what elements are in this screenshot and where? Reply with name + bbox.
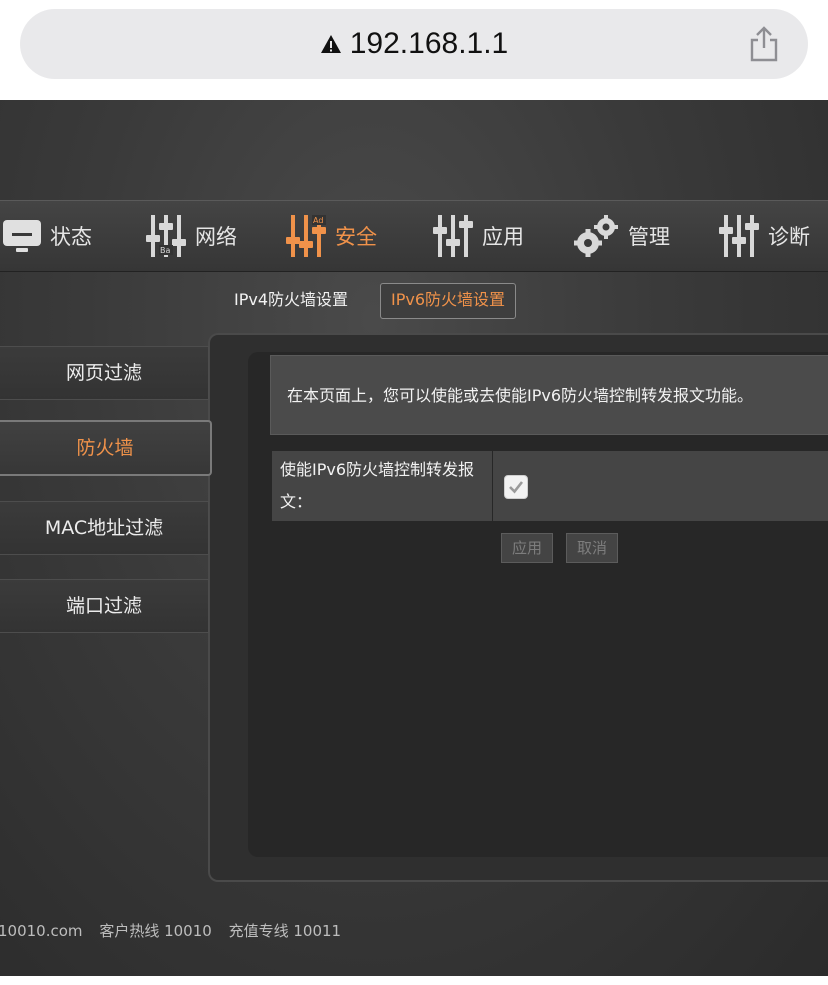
field-label: 使能IPv6防火墙控制转发报 文： — [272, 451, 492, 521]
field-label-line: 使能IPv6防火墙控制转发报 — [280, 460, 475, 479]
field-label-line: 文： — [280, 492, 313, 511]
page-description: 在本页面上，您可以使能或去使能IPv6防火墙控制转发报文功能。 — [270, 355, 828, 435]
nav-label: 管理 — [628, 225, 670, 249]
footer-recharge: 充值专线 10011 — [228, 922, 342, 940]
gears-icon — [574, 215, 618, 257]
bottom-strip — [0, 976, 828, 985]
nav-item-security[interactable]: Ad 安全 — [285, 201, 377, 271]
address-bar[interactable]: 192.168.1.1 — [20, 9, 808, 79]
tab-ipv6-firewall[interactable]: IPv6防火墙设置 — [380, 283, 517, 319]
nav-label: 应用 — [482, 225, 524, 249]
browser-chrome: 192.168.1.1 — [0, 0, 828, 100]
svg-text:Ad: Ad — [313, 216, 323, 225]
svg-text:Ba: Ba — [160, 246, 170, 255]
tab-ipv4-firewall[interactable]: IPv4防火墙设置 — [224, 283, 358, 317]
sliders-icon: Ba — [146, 215, 186, 257]
main-nav: 状态 Ba 网络 Ad 安全 应用 管理 诊断 — [0, 200, 828, 272]
sidebar-item-firewall[interactable]: 防火墙 — [0, 420, 212, 476]
footer-site[interactable]: 10010.com — [0, 922, 83, 940]
nav-item-diagnostics[interactable]: 诊断 — [718, 201, 810, 271]
sliders-icon: Ad — [286, 215, 326, 257]
nav-label: 诊断 — [768, 225, 810, 249]
enable-ipv6-firewall-checkbox[interactable] — [504, 475, 528, 499]
url-text: 192.168.1.1 — [349, 27, 509, 60]
nav-item-management[interactable]: 管理 — [572, 201, 670, 271]
sliders-icon — [433, 215, 473, 257]
nav-item-apps[interactable]: 应用 — [432, 201, 524, 271]
footer: 10010.com 客户热线 10010 充值专线 10011 — [0, 920, 353, 941]
nav-item-status[interactable]: 状态 — [2, 201, 92, 271]
share-icon[interactable] — [748, 26, 780, 62]
monitor-icon — [3, 220, 41, 252]
field-value-cell — [493, 451, 828, 521]
sidebar-item-port-filter[interactable]: 端口过滤 — [0, 579, 209, 633]
sidebar-item-mac-filter[interactable]: MAC地址过滤 — [0, 501, 209, 555]
sidebar-item-web-filter[interactable]: 网页过滤 — [0, 346, 209, 400]
nav-label: 状态 — [50, 225, 92, 249]
nav-label: 网络 — [195, 225, 237, 249]
cancel-button[interactable]: 取消 — [566, 533, 618, 563]
nav-label: 安全 — [335, 225, 377, 249]
apply-button[interactable]: 应用 — [501, 533, 553, 563]
sliders-icon — [719, 215, 759, 257]
warning-triangle-icon — [320, 35, 341, 53]
nav-item-network[interactable]: Ba 网络 — [145, 201, 237, 271]
checkmark-icon — [509, 481, 524, 494]
footer-hotline: 客户热线 10010 — [99, 922, 212, 940]
